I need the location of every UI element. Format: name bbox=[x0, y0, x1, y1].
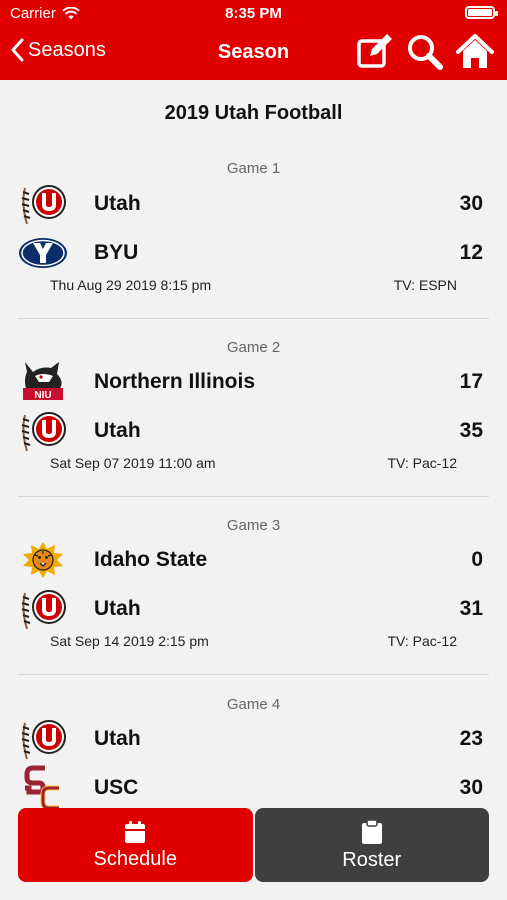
status-time: 8:35 PM bbox=[225, 5, 282, 22]
team-name: Northern Illinois bbox=[94, 370, 256, 393]
team-name: Utah bbox=[94, 419, 141, 442]
utah-logo-icon bbox=[18, 717, 68, 761]
game-card[interactable]: Game 2 NIU Northern Illinois 17 Utah 35 … bbox=[18, 339, 489, 499]
utah-logo-icon bbox=[18, 409, 68, 453]
season-content[interactable]: 2019 Utah Football Game 1 Utah 30 BYU 12… bbox=[0, 80, 507, 900]
status-bar: Carrier 8:35 PM bbox=[0, 0, 507, 28]
svg-text:NIU: NIU bbox=[34, 390, 51, 401]
game-label: Game 1 bbox=[226, 160, 281, 177]
team-score: 35 bbox=[459, 419, 483, 442]
game-date: Sat Sep 14 2019 2:15 pm bbox=[50, 633, 209, 649]
team-row: Utah 30 bbox=[18, 182, 489, 226]
team-name: USC bbox=[94, 776, 139, 799]
game-date: Thu Aug 29 2019 8:15 pm bbox=[50, 277, 212, 293]
divider bbox=[18, 496, 489, 497]
search-icon bbox=[408, 35, 443, 70]
utah-logo-icon bbox=[18, 587, 68, 631]
team-score: 12 bbox=[459, 241, 483, 264]
app-header: Carrier 8:35 PM Seasons Season bbox=[0, 0, 507, 80]
edit-button[interactable] bbox=[355, 32, 395, 72]
bottom-tab-bar: Schedule Roster bbox=[18, 808, 489, 882]
divider bbox=[18, 318, 489, 319]
search-button[interactable] bbox=[405, 32, 445, 72]
back-button[interactable]: Seasons bbox=[10, 38, 106, 62]
team-name: Utah bbox=[94, 727, 141, 750]
team-row: BYU 12 bbox=[18, 231, 489, 275]
chevron-left-icon bbox=[11, 38, 24, 62]
home-button[interactable] bbox=[455, 32, 495, 72]
clipboard-icon bbox=[361, 818, 382, 844]
tab-roster-label: Roster bbox=[342, 848, 402, 871]
team-score: 23 bbox=[459, 727, 483, 750]
byu-logo-icon bbox=[18, 231, 68, 275]
niu-logo-icon: NIU bbox=[18, 360, 68, 404]
game-date: Sat Sep 07 2019 11:00 am bbox=[50, 455, 216, 471]
calendar-icon bbox=[125, 820, 146, 843]
game-card[interactable]: Game 3 Idaho State 0 Utah 31 Sat Sep 14 … bbox=[18, 517, 489, 677]
game-tv: TV: Pac-12 bbox=[387, 633, 457, 649]
game-label: Game 4 bbox=[226, 696, 281, 713]
team-row: NIU Northern Illinois 17 bbox=[18, 360, 489, 404]
nav-bar: Seasons Season bbox=[0, 28, 507, 80]
team-score: 30 bbox=[459, 192, 483, 215]
tab-roster[interactable]: Roster bbox=[254, 808, 489, 882]
edit-icon bbox=[357, 34, 392, 68]
team-row: Utah 31 bbox=[18, 587, 489, 631]
utah-logo-icon bbox=[18, 182, 68, 226]
game-tv: TV: ESPN bbox=[393, 277, 457, 293]
game-label: Game 3 bbox=[226, 517, 281, 534]
game-tv: TV: Pac-12 bbox=[387, 455, 457, 471]
team-row: Idaho State 0 bbox=[18, 538, 489, 582]
team-name: Utah bbox=[94, 192, 141, 215]
season-title: 2019 Utah Football bbox=[164, 102, 343, 124]
game-label: Game 2 bbox=[226, 339, 281, 356]
game-card[interactable]: Game 1 Utah 30 BYU 12 Thu Aug 29 2019 8:… bbox=[18, 160, 489, 320]
team-score: 17 bbox=[459, 370, 483, 393]
team-score: 0 bbox=[471, 548, 483, 571]
team-name: Utah bbox=[94, 597, 141, 620]
back-label: Seasons bbox=[28, 38, 106, 61]
divider bbox=[18, 674, 489, 675]
team-score: 30 bbox=[459, 776, 483, 799]
nav-actions bbox=[355, 32, 495, 72]
team-row: USC 30 bbox=[18, 765, 489, 811]
game-card[interactable]: Game 4 Utah 23 USC 30 bbox=[18, 696, 489, 826]
team-row: Utah 35 bbox=[18, 409, 489, 453]
team-score: 31 bbox=[459, 597, 483, 620]
tab-schedule-label: Schedule bbox=[93, 847, 177, 870]
idaho-state-logo-icon bbox=[18, 538, 68, 582]
tab-schedule[interactable]: Schedule bbox=[18, 808, 253, 882]
usc-logo-icon bbox=[18, 765, 68, 811]
home-icon bbox=[456, 34, 494, 68]
team-name: BYU bbox=[94, 241, 139, 264]
battery-icon bbox=[465, 6, 498, 19]
team-row: Utah 23 bbox=[18, 717, 489, 761]
team-name: Idaho State bbox=[94, 548, 208, 571]
